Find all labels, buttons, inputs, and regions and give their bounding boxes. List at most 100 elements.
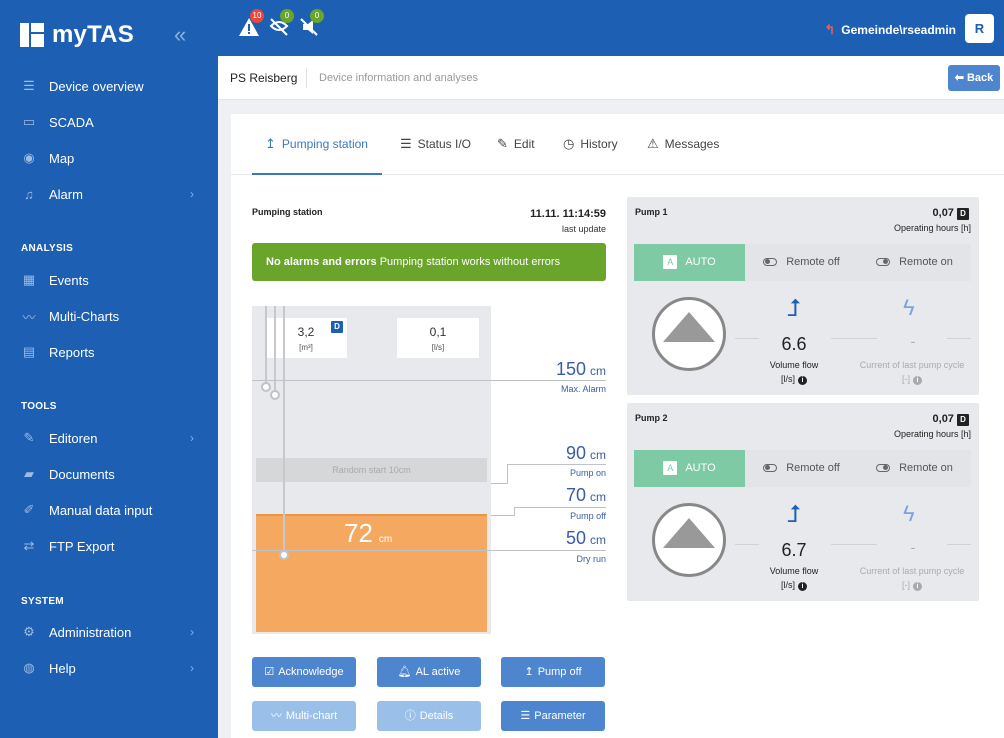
sidebar-item-map[interactable]: ◉ Map <box>0 143 218 173</box>
random-start-band: Random start 10cm <box>256 458 487 482</box>
volume-flow-value: 6.7 <box>781 540 807 560</box>
pump-arrow-icon: ⮥ <box>787 501 802 528</box>
water-level-number: 72 <box>344 518 373 548</box>
divider-line <box>735 544 759 545</box>
sound-muted-icon[interactable]: 0 <box>298 9 324 38</box>
mode-remote-off-button[interactable]: Remote off <box>745 244 858 281</box>
sidebar-item-documents[interactable]: ▰ Documents <box>0 459 218 489</box>
mode-auto-button[interactable]: A AUTO <box>634 450 745 487</box>
tab-status-io[interactable]: ☰ Status I/O <box>400 136 471 152</box>
tab-label: Edit <box>513 137 535 151</box>
tab-bar: ↥ Pumping station ☰ Status I/O ✎ Edit ◷ … <box>231 114 1004 175</box>
bell-icon: 🔔︎ <box>397 666 412 678</box>
pump-triangle-icon <box>663 518 715 548</box>
volume-flow-unit: [l/s] i <box>758 374 830 385</box>
al-active-button[interactable]: 🔔︎ AL active <box>377 657 481 687</box>
sidebar-item-label: Editoren <box>49 430 98 446</box>
leader-line <box>507 464 606 465</box>
tab-edit[interactable]: ✎ Edit <box>497 136 535 152</box>
sidebar-item-editoren[interactable]: ✎ Editoren › <box>0 423 218 453</box>
leader-line <box>491 483 508 484</box>
pump-arrow-icon: ↥ <box>524 666 534 678</box>
operating-hours-label: Operating hours [h] <box>893 429 971 439</box>
multi-chart-button[interactable]: 〰 Multi-chart <box>252 701 356 731</box>
acknowledge-button[interactable]: ☑ Acknowledge <box>252 657 356 687</box>
sidebar-item-device-overview[interactable]: ☰ Device overview <box>0 71 218 101</box>
gear-icon: ⚙ <box>23 624 35 639</box>
info-icon[interactable]: i <box>913 582 922 591</box>
pencil-icon: ✐ <box>23 502 35 517</box>
level-sensor <box>279 550 289 560</box>
collapse-sidebar-icon[interactable]: « <box>174 22 186 48</box>
sensor-wire <box>274 306 276 396</box>
back-button-label: Back <box>966 72 994 84</box>
volume-flow-unit: [l/s] i <box>758 580 830 591</box>
alarm-warning-icon[interactable]: 10 <box>238 9 264 38</box>
page-subtitle: Device information and analyses <box>319 72 478 84</box>
float-switch <box>261 382 271 392</box>
sidebar-item-label: SCADA <box>49 114 94 130</box>
mode-remote-on-button[interactable]: Remote on <box>858 450 971 487</box>
sidebar-item-label: Administration <box>49 624 132 640</box>
sidebar-item-alarm[interactable]: ♫ Alarm › <box>0 179 218 209</box>
shuffle-icon: ⇄ <box>23 538 35 553</box>
threshold-label: Dry run <box>576 554 606 564</box>
float-switch <box>270 390 280 400</box>
sidebar-item-multi-charts[interactable]: 〰 Multi-Charts <box>0 301 218 331</box>
divider-line <box>831 544 877 545</box>
sidebar-item-label: FTP Export <box>49 538 115 554</box>
sidebar-item-help[interactable]: ◍ Help › <box>0 653 218 683</box>
mode-auto-button[interactable]: A AUTO <box>634 244 745 281</box>
divider-line <box>947 338 971 339</box>
line-chart-icon: 〰 <box>270 710 282 722</box>
threshold-value: 90 <box>565 443 586 463</box>
daily-tag: D <box>957 208 969 220</box>
volume-readout: 3,2 [m³] D <box>265 318 347 358</box>
water-level-unit: cm <box>378 534 393 545</box>
leader-line <box>252 380 606 381</box>
volume-unit: [m³] <box>299 343 313 352</box>
edit-icon: ✎ <box>497 136 508 151</box>
flow-unit: [l/s] <box>431 343 445 352</box>
info-icon[interactable]: i <box>798 376 807 385</box>
sidebar-item-label: Events <box>49 272 89 288</box>
tab-label: History <box>580 137 618 151</box>
lightning-icon: ϟ <box>903 295 915 320</box>
tab-history[interactable]: ◷ History <box>563 136 618 152</box>
alarm-count-badge: 10 <box>250 9 264 23</box>
info-icon[interactable]: i <box>798 582 807 591</box>
threshold-label: Pump on <box>569 468 606 478</box>
sidebar-item-events[interactable]: ▦ Events <box>0 265 218 295</box>
sidebar-item-ftp-export[interactable]: ⇄ FTP Export <box>0 531 218 561</box>
sidebar-item-administration[interactable]: ⚙ Administration › <box>0 617 218 647</box>
parameter-button[interactable]: ☰ Parameter <box>501 701 605 731</box>
unit-text: [l/s] <box>780 374 795 384</box>
tab-messages[interactable]: ⚠ Messages <box>647 136 719 152</box>
sidebar-item-label: Manual data input <box>49 502 153 518</box>
pump-off-button[interactable]: ↥ Pump off <box>501 657 605 687</box>
sidebar-item-reports[interactable]: ▤ Reports <box>0 337 218 367</box>
clock-icon: ◷ <box>563 136 575 151</box>
details-button[interactable]: ⓘ Details <box>377 701 481 731</box>
tank-visual: 3,2 [m³] D 0,1 [l/s] Random start 10cm 7… <box>252 306 491 634</box>
info-icon[interactable]: i <box>913 376 922 385</box>
avatar[interactable]: R <box>965 14 994 43</box>
sidebar-item-label: Documents <box>49 466 115 482</box>
tab-pumping-station[interactable]: ↥ Pumping station <box>265 136 368 152</box>
pump-name: Pump 1 <box>635 207 668 217</box>
monitor-icon: ▭ <box>22 114 36 129</box>
mode-remote-on-button[interactable]: Remote on <box>858 244 971 281</box>
operating-hours: 0,07 D <box>933 207 969 220</box>
table-icon: ▦ <box>22 272 36 287</box>
user-menu[interactable]: ↰ Gemeinde\rseadmin <box>824 22 956 38</box>
app-logo[interactable]: myTAS <box>20 21 134 48</box>
volume-flow-label: Volume flow <box>769 360 819 370</box>
sidebar-item-manual-data-input[interactable]: ✐ Manual data input <box>0 495 218 525</box>
list-icon: ☰ <box>520 710 531 722</box>
button-label: Acknowledge <box>278 666 344 678</box>
sidebar-item-scada[interactable]: ▭ SCADA <box>0 107 218 137</box>
back-button[interactable]: ⬅ Back <box>948 65 1000 91</box>
warning-muted-icon[interactable]: 0 <box>268 9 294 38</box>
mode-remote-off-button[interactable]: Remote off <box>745 450 858 487</box>
section-analysis: ANALYSIS <box>21 243 74 254</box>
